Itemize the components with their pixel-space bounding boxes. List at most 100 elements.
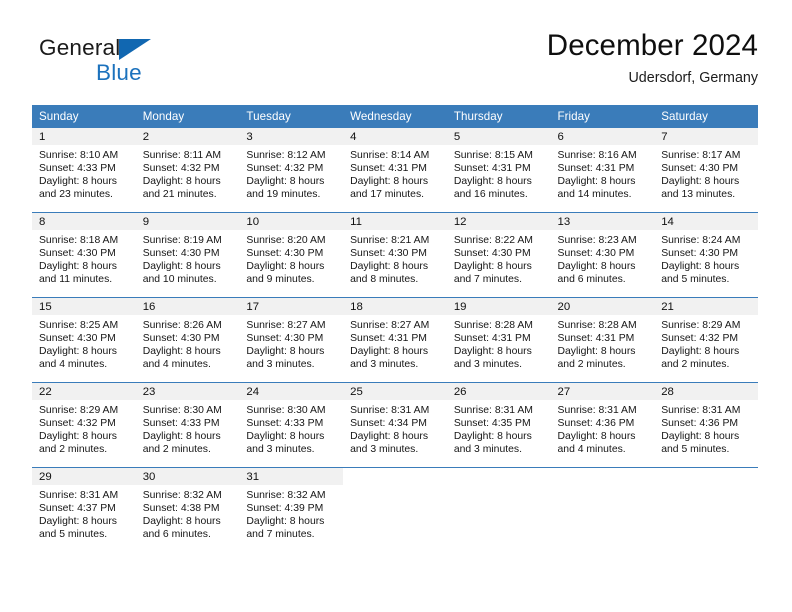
day-cell[interactable]: 23 Sunrise: 8:30 AM Sunset: 4:33 PM Dayligh…: [135, 382, 240, 468]
day-details: Sunrise: 8:27 AM Sunset: 4:31 PM Daylight:…: [343, 315, 447, 371]
daylight-text-line1: Daylight: 8 hours: [246, 431, 325, 443]
day-number: [551, 468, 655, 485]
sunset-text: Sunset: 4:31 PM: [557, 333, 635, 345]
brand-logo[interactable]: General Blue: [39, 35, 219, 91]
sunrise-text: Sunrise: 8:28 AM: [453, 320, 533, 331]
week-row: 29 Sunrise: 8:31 AM Sunset: 4:37 PM Dayligh…: [32, 467, 758, 552]
day-number: 29: [32, 468, 136, 485]
day-details: Sunrise: 8:31 AM Sunset: 4:36 PM Daylight:…: [654, 400, 758, 456]
day-cell[interactable]: 1 Sunrise: 8:10 AM Sunset: 4:33 PM Daylight…: [32, 128, 136, 213]
day-cell[interactable]: 13 Sunrise: 8:23 AM Sunset: 4:30 PM Dayligh…: [550, 212, 655, 298]
day-cell-empty: [343, 467, 447, 552]
day-cell[interactable]: 9 Sunrise: 8:19 AM Sunset: 4:30 PM Daylight…: [135, 212, 240, 298]
sunrise-text: Sunrise: 8:31 AM: [557, 405, 637, 416]
day-cell[interactable]: 17 Sunrise: 8:27 AM Sunset: 4:30 PM Dayligh…: [239, 297, 344, 383]
daylight-text-line2: and 3 minutes.: [246, 359, 315, 371]
weekday-header-thursday: Thursday: [446, 105, 551, 128]
sunrise-text: Sunrise: 8:18 AM: [39, 235, 119, 246]
daylight-text-line1: Daylight: 8 hours: [661, 431, 740, 443]
day-details: Sunrise: 8:28 AM Sunset: 4:31 PM Daylight:…: [551, 315, 655, 371]
daylight-text-line2: and 4 minutes.: [142, 359, 211, 371]
daylight-text-line1: Daylight: 8 hours: [246, 261, 325, 273]
sunrise-text: Sunrise: 8:29 AM: [661, 320, 741, 331]
day-cell[interactable]: 3 Sunrise: 8:12 AM Sunset: 4:32 PM Daylight…: [239, 128, 344, 213]
day-number: [654, 468, 758, 485]
day-cell[interactable]: 10 Sunrise: 8:20 AM Sunset: 4:30 PM Dayligh…: [239, 212, 344, 298]
daylight-text-line2: and 19 minutes.: [246, 189, 321, 201]
day-cell[interactable]: 24 Sunrise: 8:30 AM Sunset: 4:33 PM Dayligh…: [239, 382, 344, 468]
weekday-header-sunday: Sunday: [32, 105, 136, 128]
day-details: Sunrise: 8:32 AM Sunset: 4:38 PM Daylight:…: [136, 485, 240, 541]
day-cell[interactable]: 2 Sunrise: 8:11 AM Sunset: 4:32 PM Daylight…: [135, 128, 240, 213]
day-cell[interactable]: 6 Sunrise: 8:16 AM Sunset: 4:31 PM Daylight…: [550, 128, 655, 213]
sunrise-text: Sunrise: 8:16 AM: [557, 150, 637, 161]
daylight-text-line1: Daylight: 8 hours: [246, 346, 325, 358]
weekday-header-tuesday: Tuesday: [239, 105, 344, 128]
day-cell[interactable]: 19 Sunrise: 8:28 AM Sunset: 4:31 PM Dayligh…: [446, 297, 551, 383]
day-number: 19: [446, 298, 551, 315]
sunrise-text: Sunrise: 8:17 AM: [661, 150, 741, 161]
day-number: 4: [343, 128, 447, 145]
day-cell[interactable]: 7 Sunrise: 8:17 AM Sunset: 4:30 PM Daylight…: [654, 128, 758, 213]
daylight-text-line1: Daylight: 8 hours: [453, 176, 532, 188]
day-number: 6: [550, 128, 655, 145]
brand-name-blue: Blue: [96, 60, 142, 85]
sunrise-text: Sunrise: 8:31 AM: [453, 405, 533, 416]
day-cell[interactable]: 31 Sunrise: 8:32 AM Sunset: 4:39 PM Dayligh…: [239, 467, 344, 552]
day-cell[interactable]: 21 Sunrise: 8:29 AM Sunset: 4:32 PM Dayligh…: [654, 297, 758, 383]
day-details: Sunrise: 8:19 AM Sunset: 4:30 PM Daylight:…: [136, 230, 240, 286]
sunrise-text: Sunrise: 8:30 AM: [246, 405, 326, 416]
day-details: Sunrise: 8:22 AM Sunset: 4:30 PM Daylight:…: [447, 230, 551, 286]
daylight-text-line1: Daylight: 8 hours: [453, 431, 532, 443]
weekday-header-row: Sunday Monday Tuesday Wednesday Thursday…: [32, 105, 758, 128]
day-cell[interactable]: 12 Sunrise: 8:22 AM Sunset: 4:30 PM Dayligh…: [446, 212, 551, 298]
day-cell[interactable]: 22 Sunrise: 8:29 AM Sunset: 4:32 PM Dayligh…: [32, 382, 136, 468]
day-cell[interactable]: 20 Sunrise: 8:28 AM Sunset: 4:31 PM Dayligh…: [550, 297, 655, 383]
day-cell[interactable]: 26 Sunrise: 8:31 AM Sunset: 4:35 PM Dayligh…: [446, 382, 551, 468]
daylight-text-line2: and 3 minutes.: [453, 359, 522, 371]
day-cell[interactable]: 15 Sunrise: 8:25 AM Sunset: 4:30 PM Dayligh…: [32, 297, 136, 383]
daylight-text-line1: Daylight: 8 hours: [350, 346, 429, 358]
week-row: 8 Sunrise: 8:18 AM Sunset: 4:30 PM Daylight…: [32, 212, 758, 298]
sunrise-text: Sunrise: 8:26 AM: [142, 320, 222, 331]
day-cell[interactable]: 28 Sunrise: 8:31 AM Sunset: 4:36 PM Dayligh…: [654, 382, 758, 468]
sunset-text: Sunset: 4:36 PM: [661, 418, 739, 430]
day-cell[interactable]: 11 Sunrise: 8:21 AM Sunset: 4:30 PM Dayligh…: [343, 212, 447, 298]
day-number: 2: [135, 128, 240, 145]
day-details: Sunrise: 8:14 AM Sunset: 4:31 PM Daylight:…: [343, 145, 447, 201]
day-cell-empty: [446, 467, 551, 552]
day-cell[interactable]: 18 Sunrise: 8:27 AM Sunset: 4:31 PM Dayligh…: [343, 297, 447, 383]
sunrise-text: Sunrise: 8:11 AM: [142, 150, 222, 161]
sunrise-text: Sunrise: 8:15 AM: [453, 150, 533, 161]
day-cell[interactable]: 8 Sunrise: 8:18 AM Sunset: 4:30 PM Daylight…: [32, 212, 136, 298]
day-cell[interactable]: 14 Sunrise: 8:24 AM Sunset: 4:30 PM Dayligh…: [654, 212, 758, 298]
week-row: 15 Sunrise: 8:25 AM Sunset: 4:30 PM Dayligh…: [32, 297, 758, 383]
day-number: 12: [446, 213, 551, 230]
sunset-text: Sunset: 4:31 PM: [453, 163, 531, 175]
daylight-text-line2: and 9 minutes.: [246, 274, 315, 286]
day-cell[interactable]: 29 Sunrise: 8:31 AM Sunset: 4:37 PM Dayligh…: [32, 467, 136, 552]
day-cell[interactable]: 4 Sunrise: 8:14 AM Sunset: 4:31 PM Daylight…: [343, 128, 447, 213]
day-cell[interactable]: 25 Sunrise: 8:31 AM Sunset: 4:34 PM Dayligh…: [343, 382, 447, 468]
day-number: 28: [654, 383, 758, 400]
day-details: Sunrise: 8:31 AM Sunset: 4:36 PM Daylight:…: [551, 400, 655, 456]
daylight-text-line1: Daylight: 8 hours: [246, 176, 325, 188]
daylight-text-line2: and 3 minutes.: [453, 444, 522, 456]
day-cell[interactable]: 16 Sunrise: 8:26 AM Sunset: 4:30 PM Dayligh…: [135, 297, 240, 383]
day-cell[interactable]: 30 Sunrise: 8:32 AM Sunset: 4:38 PM Dayligh…: [135, 467, 240, 552]
day-number: 22: [32, 383, 136, 400]
day-details: Sunrise: 8:31 AM Sunset: 4:34 PM Daylight:…: [343, 400, 447, 456]
day-cell[interactable]: 5 Sunrise: 8:15 AM Sunset: 4:31 PM Daylight…: [446, 128, 551, 213]
sunrise-text: Sunrise: 8:21 AM: [350, 235, 430, 246]
sunset-text: Sunset: 4:31 PM: [557, 163, 635, 175]
day-number: 20: [550, 298, 655, 315]
daylight-text-line2: and 23 minutes.: [39, 189, 113, 201]
day-cell[interactable]: 27 Sunrise: 8:31 AM Sunset: 4:36 PM Dayligh…: [550, 382, 655, 468]
daylight-text-line1: Daylight: 8 hours: [350, 261, 429, 273]
daylight-text-line1: Daylight: 8 hours: [39, 431, 117, 443]
daylight-text-line1: Daylight: 8 hours: [39, 176, 117, 188]
daylight-text-line1: Daylight: 8 hours: [142, 261, 221, 273]
title-block: December 2024 Udersdorf, Germany: [547, 28, 758, 87]
sunset-text: Sunset: 4:30 PM: [39, 333, 116, 345]
sunset-text: Sunset: 4:30 PM: [142, 248, 220, 260]
